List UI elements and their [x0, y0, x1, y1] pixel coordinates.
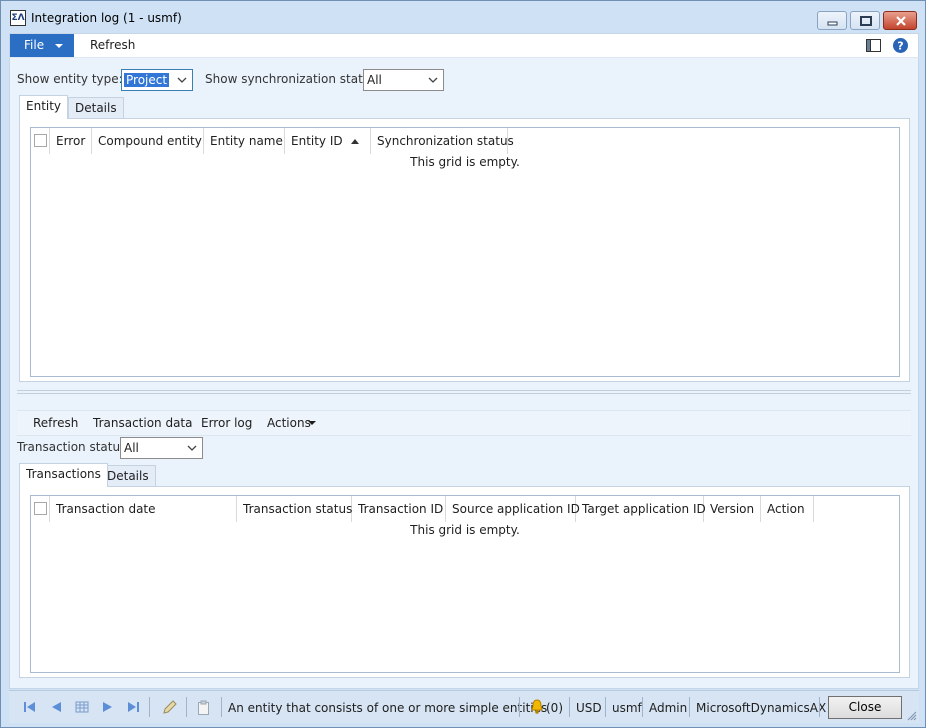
transactions-toolbar: Refresh Transaction data Error log Actio…	[17, 410, 911, 436]
window-close-button[interactable]	[883, 11, 917, 30]
transactions-grid-empty-message: This grid is empty.	[410, 523, 520, 537]
column-header-transaction-id[interactable]: Transaction ID	[352, 496, 446, 522]
entity-type-value: Project	[124, 73, 170, 87]
status-instance: MicrosoftDynamicsAX	[696, 701, 827, 715]
status-separator	[186, 697, 187, 717]
status-separator	[819, 697, 820, 717]
column-header-transaction-status[interactable]: Transaction status	[237, 496, 352, 522]
entity-grid-header: Error Compound entity Entity name Entity…	[31, 128, 899, 154]
status-company[interactable]: usmf	[612, 701, 642, 715]
entity-grid-empty-message: This grid is empty.	[410, 155, 520, 169]
sort-ascending-icon	[351, 139, 359, 144]
minimize-icon	[827, 21, 838, 26]
chevron-down-icon	[187, 445, 197, 451]
close-icon	[896, 16, 906, 26]
select-all-cell	[31, 496, 50, 522]
minimize-button[interactable]	[817, 11, 847, 30]
svg-text:?: ?	[897, 40, 903, 53]
status-separator	[605, 697, 606, 717]
attachment-clipboard-icon[interactable]	[197, 700, 211, 716]
column-header-error[interactable]: Error	[50, 128, 92, 154]
column-header-action[interactable]: Action	[761, 496, 814, 522]
status-separator	[519, 697, 520, 717]
chevron-down-icon	[428, 77, 438, 83]
error-log-button[interactable]: Error log	[201, 416, 252, 430]
status-separator	[642, 697, 643, 717]
column-header-entity-id[interactable]: Entity ID	[285, 128, 371, 154]
transaction-status-select[interactable]: All	[120, 437, 203, 459]
help-icon[interactable]: ?	[892, 37, 909, 54]
sync-status-value: All	[367, 73, 382, 87]
chevron-down-icon	[55, 44, 63, 48]
notification-bell-icon[interactable]	[529, 699, 545, 715]
close-button[interactable]: Close	[828, 696, 902, 719]
entity-grid: Error Compound entity Entity name Entity…	[30, 127, 900, 377]
transaction-status-label: Transaction status:	[17, 440, 131, 454]
status-currency[interactable]: USD	[576, 701, 602, 715]
status-help-text: An entity that consists of one or more s…	[228, 701, 548, 715]
status-separator	[221, 697, 222, 717]
record-list-icon[interactable]	[75, 700, 89, 714]
status-separator	[149, 697, 150, 717]
title-bar: ΣΛ Integration log (1 - usmf)	[1, 1, 925, 33]
refresh-menu-button[interactable]: Refresh	[90, 38, 135, 52]
column-header-source-application-id[interactable]: Source application ID	[446, 496, 580, 522]
resize-grip-icon[interactable]	[907, 711, 917, 721]
select-all-cell	[31, 128, 50, 154]
last-record-icon[interactable]	[126, 700, 140, 714]
tab-transactions[interactable]: Transactions	[19, 463, 108, 487]
select-all-checkbox[interactable]	[34, 134, 47, 147]
layout-icon[interactable]	[865, 37, 882, 54]
tab-entity[interactable]: Entity	[19, 95, 69, 119]
tab-entity-details[interactable]: Details	[68, 97, 124, 119]
restore-icon	[860, 16, 872, 26]
app-icon: ΣΛ	[10, 10, 26, 26]
transaction-status-value: All	[124, 441, 139, 455]
transaction-data-button[interactable]: Transaction data	[93, 416, 193, 430]
pane-splitter[interactable]	[17, 390, 911, 394]
column-header-transaction-date[interactable]: Transaction date	[50, 496, 237, 522]
maximize-button[interactable]	[850, 11, 880, 30]
next-record-icon[interactable]	[101, 700, 115, 714]
transactions-grid-header: Transaction date Transaction status Tran…	[31, 496, 899, 522]
status-separator	[569, 697, 570, 717]
column-header-compound-entity[interactable]: Compound entity	[92, 128, 204, 154]
status-separator	[689, 697, 690, 717]
entity-type-select[interactable]: Project	[121, 69, 193, 91]
file-menu-button[interactable]: File	[10, 34, 74, 57]
window: ΣΛ Integration log (1 - usmf) File Refre…	[0, 0, 926, 728]
entity-id-label: Entity ID	[291, 134, 343, 148]
column-header-sync-status[interactable]: Synchronization status	[371, 128, 514, 154]
column-header-version[interactable]: Version	[704, 496, 761, 522]
transactions-tab-panel: Transaction date Transaction status Tran…	[19, 486, 910, 678]
status-bar: An entity that consists of one or more s…	[9, 690, 919, 723]
window-title: Integration log (1 - usmf)	[31, 11, 182, 25]
menu-bar: File Refresh ?	[9, 33, 919, 57]
file-menu-label: File	[24, 38, 45, 52]
previous-record-icon[interactable]	[49, 700, 63, 714]
chevron-down-icon	[308, 421, 316, 425]
tab-transaction-details[interactable]: Details	[100, 465, 156, 487]
sync-status-select[interactable]: All	[363, 69, 444, 91]
notification-count[interactable]: (0)	[546, 701, 563, 715]
select-all-checkbox[interactable]	[34, 502, 47, 515]
first-record-icon[interactable]	[23, 700, 37, 714]
actions-menu-button[interactable]: Actions	[267, 416, 311, 430]
chevron-down-icon	[177, 77, 187, 83]
actions-label: Actions	[267, 416, 311, 430]
edit-pencil-icon[interactable]	[161, 700, 177, 716]
transactions-refresh-button[interactable]: Refresh	[33, 416, 78, 430]
column-header-entity-name[interactable]: Entity name	[204, 128, 285, 154]
entity-tab-panel: Error Compound entity Entity name Entity…	[19, 118, 910, 382]
form-content: Show entity type: Project Show synchroni…	[9, 57, 919, 689]
status-user: Admin	[649, 701, 688, 715]
column-header-target-application-id[interactable]: Target application ID	[576, 496, 706, 522]
entity-type-label: Show entity type:	[17, 72, 123, 86]
sync-status-label: Show synchronization status:	[205, 72, 381, 86]
transactions-grid: Transaction date Transaction status Tran…	[30, 495, 900, 673]
